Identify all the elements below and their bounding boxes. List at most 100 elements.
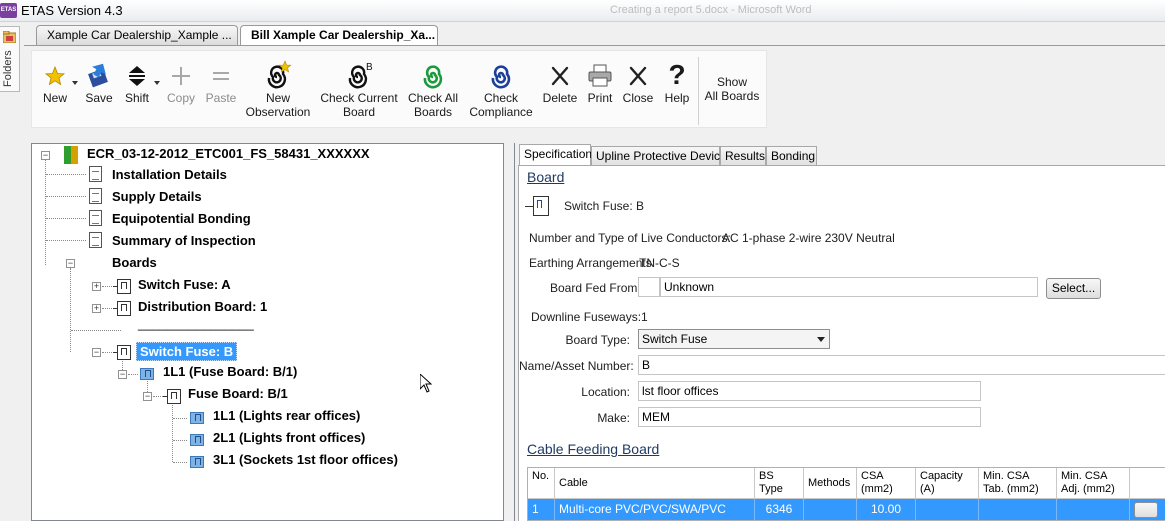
new-observation-button[interactable]: New Observation (240, 59, 316, 125)
column-header-min-csa-tab[interactable]: Min. CSA Tab. (mm2) (979, 468, 1057, 499)
app-logo: ETAS (0, 3, 17, 18)
name-asset-number-field[interactable]: B (638, 355, 1165, 375)
document-tab-1[interactable]: Xample Car Dealership_Xample ... (36, 25, 238, 45)
delete-button[interactable]: Delete (540, 59, 580, 125)
tab-bonding[interactable]: Bonding (766, 146, 817, 166)
tab-specification[interactable]: Specification (519, 144, 592, 165)
star-icon (44, 65, 66, 86)
tree-guide (102, 308, 112, 309)
column-header-capacity[interactable]: Capacity (A) (916, 468, 979, 499)
circuit-icon (190, 412, 204, 424)
board-badge: B (366, 62, 373, 73)
switch-fuse-a-expand-toggle[interactable]: + (92, 282, 101, 291)
save-button[interactable]: Save (82, 59, 116, 125)
tab-results[interactable]: Results (720, 146, 766, 166)
board-properties-panel: Specification Upline Protective Device R… (514, 143, 1165, 521)
cell-action (1130, 499, 1165, 520)
tree-item-boards[interactable]: Boards (112, 255, 157, 270)
new-button[interactable]: New (38, 59, 72, 125)
report-tree[interactable]: − ECR_03-12-2012_ETC001_FS_58431_XXXXXX … (31, 143, 504, 521)
tree-item-distribution-board-1[interactable]: Distribution Board: 1 (138, 299, 267, 314)
row-edit-button[interactable] (1134, 502, 1158, 518)
tree-item-equipotential-bonding[interactable]: Equipotential Bonding (112, 211, 251, 226)
green-spiral-icon (423, 65, 443, 89)
board-fed-from-label: Board Fed From: (550, 281, 641, 295)
tree-item-circuit-1l1-fuse-board[interactable]: 1L1 (Fuse Board: B/1) (163, 364, 297, 379)
folders-panel-toggle[interactable]: Folders (0, 26, 20, 92)
make-field[interactable]: MEM (638, 407, 981, 427)
tree-item-summary-of-inspection[interactable]: Summary of Inspection (112, 233, 256, 248)
shift-dropdown-arrow-icon[interactable] (154, 81, 160, 85)
document-tab-2[interactable]: Bill Xample Car Dealership_Xa... (240, 25, 438, 46)
tree-item-supply-details[interactable]: Supply Details (112, 189, 202, 204)
column-header-no[interactable]: No. (528, 468, 555, 499)
close-button[interactable]: Close (620, 59, 656, 125)
distribution-board-expand-toggle[interactable]: + (92, 304, 101, 313)
tree-guide (128, 374, 138, 375)
tree-guide (45, 160, 46, 265)
specification-form: Board Switch Fuse: B Number and Type of … (518, 165, 1165, 521)
boards-collapse-toggle[interactable]: − (66, 259, 75, 268)
tree-item-circuit-2l1[interactable]: 2L1 (Lights front offices) (213, 430, 365, 445)
tab-strip-border (24, 45, 1165, 46)
column-header-action (1130, 468, 1165, 499)
tab-upline-protective-device[interactable]: Upline Protective Device (591, 146, 727, 166)
fuse-board-collapse-toggle[interactable]: − (143, 392, 152, 401)
tree-item-installation-details[interactable]: Installation Details (112, 167, 227, 182)
check-current-board-button[interactable]: B Check Current Board (319, 59, 399, 125)
board-type-select[interactable]: Switch Fuse (638, 329, 830, 349)
tree-item-switch-fuse-a[interactable]: Switch Fuse: A (138, 277, 231, 292)
cell-csa: 10.00 (857, 499, 916, 520)
board-fed-from-field[interactable]: Unknown (660, 277, 1038, 297)
tree-guide (172, 400, 173, 462)
new-dropdown-arrow-icon[interactable] (72, 81, 78, 85)
root-collapse-toggle[interactable]: − (41, 151, 50, 160)
board-name-display: Switch Fuse: B (564, 199, 645, 213)
circuit-1l1-collapse-toggle[interactable]: − (118, 370, 127, 379)
cell-bs-type: 6346 (755, 499, 804, 520)
background-window-title: Creating a report 5.docx - Microsoft Wor… (610, 4, 812, 16)
live-conductors-label: Number and Type of Live Conductors: (529, 231, 731, 245)
delete-x-icon (551, 66, 569, 86)
shift-arrows-icon (129, 66, 145, 86)
switch-fuse-b-collapse-toggle[interactable]: − (92, 348, 101, 357)
save-icon (88, 63, 108, 88)
tree-item-fuse-board-b1[interactable]: Fuse Board: B/1 (188, 386, 288, 401)
column-header-cable[interactable]: Cable (555, 468, 755, 499)
tree-guide (153, 396, 163, 397)
tree-guide (102, 286, 112, 287)
show-all-boards-button[interactable]: Show All Boards (700, 75, 764, 141)
column-header-bs-type[interactable]: BS Type (755, 468, 804, 499)
check-compliance-button[interactable]: Check Compliance (466, 59, 536, 125)
shift-button[interactable]: Shift (120, 59, 154, 125)
location-field[interactable]: lst floor offices (638, 381, 981, 401)
column-header-csa[interactable]: CSA (mm2) (857, 468, 916, 499)
circuit-icon (140, 368, 154, 380)
folders-icon (3, 31, 16, 43)
select-board-button[interactable]: Select... (1046, 278, 1101, 299)
tree-separator: ________________ (138, 316, 254, 331)
close-icon (629, 66, 647, 86)
switch-fuse-icon (113, 345, 131, 360)
tree-item-circuit-3l1[interactable]: 3L1 (Sockets 1st floor offices) (213, 452, 398, 467)
tree-guide (46, 218, 86, 219)
tree-item-switch-fuse-b[interactable]: Switch Fuse: B (136, 342, 238, 361)
print-button[interactable]: Print (582, 59, 618, 125)
window-title: ETAS Version 4.3 (21, 3, 123, 18)
board-section-heading: Board (527, 169, 565, 185)
cable-feeding-table[interactable]: No. Cable BS Type Methods CSA (mm2) Capa… (527, 467, 1165, 521)
chevron-down-icon (817, 337, 825, 342)
document-icon (89, 232, 102, 248)
help-button[interactable]: ? Help (659, 59, 695, 125)
document-icon (89, 166, 102, 182)
paste-button[interactable]: Paste (203, 59, 239, 125)
column-header-min-csa-adj[interactable]: Min. CSA Adj. (mm2) (1057, 468, 1130, 499)
tree-root-report[interactable]: ECR_03-12-2012_ETC001_FS_58431_XXXXXX (87, 146, 370, 161)
board-type-selected-value: Switch Fuse (642, 332, 708, 346)
copy-button[interactable]: Copy (164, 59, 198, 125)
document-icon (89, 188, 102, 204)
column-header-methods[interactable]: Methods (804, 468, 857, 499)
check-all-boards-button[interactable]: Check All Boards (404, 59, 462, 125)
tree-guide (71, 330, 121, 331)
tree-item-circuit-1l1[interactable]: 1L1 (Lights rear offices) (213, 408, 360, 423)
